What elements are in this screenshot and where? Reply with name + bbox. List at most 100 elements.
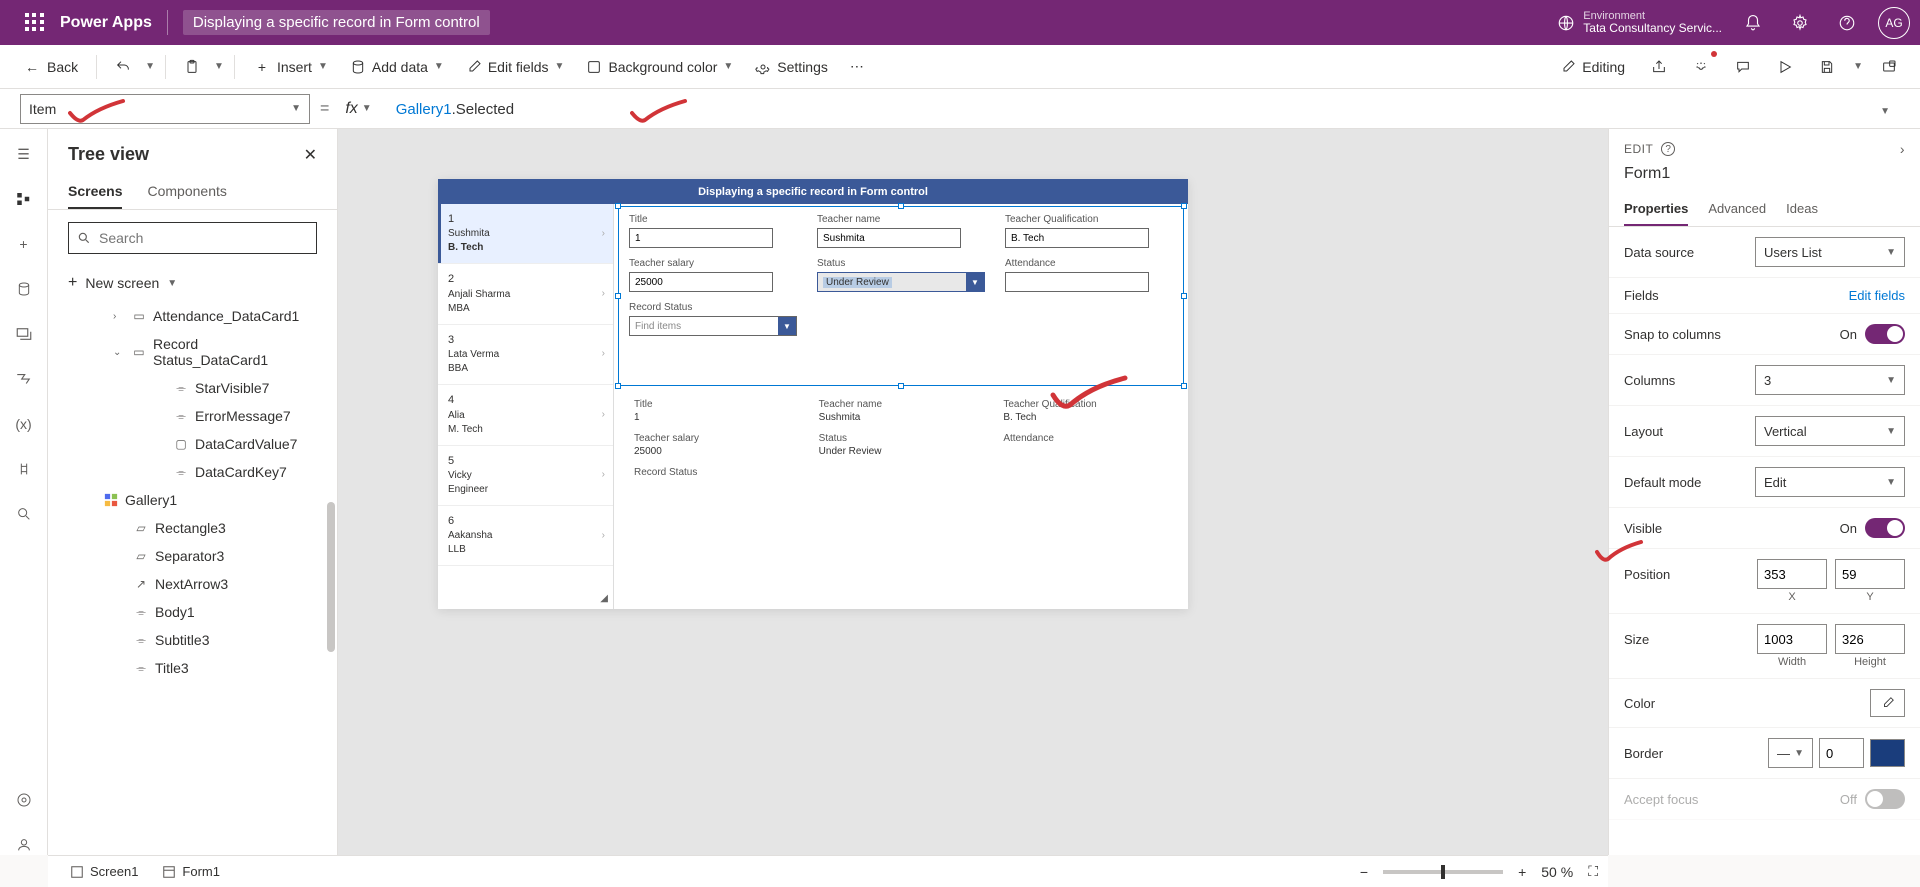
border-color-swatch[interactable] [1870, 739, 1905, 767]
property-selector[interactable]: Item▼ [20, 94, 310, 124]
border-style-dropdown[interactable]: —▼ [1768, 738, 1813, 768]
zoom-out-icon[interactable]: − [1360, 864, 1368, 880]
help-hint-icon[interactable]: ? [1661, 142, 1675, 156]
tree-item[interactable]: ▱Rectangle3 [48, 514, 337, 542]
tree-item[interactable]: Gallery1 [48, 486, 337, 514]
tab-advanced[interactable]: Advanced [1708, 193, 1766, 226]
save-icon[interactable] [1811, 51, 1843, 83]
close-tree-icon[interactable]: ✕ [304, 145, 317, 165]
insert-button[interactable]: +Insert▼ [245, 52, 336, 82]
settings-icon[interactable] [1784, 7, 1816, 39]
visible-toggle[interactable] [1865, 518, 1905, 538]
gallery-item[interactable]: 5VickyEngineer› [438, 446, 613, 506]
tab-components[interactable]: Components [147, 175, 226, 209]
gallery-item[interactable]: 4AliaM. Tech› [438, 385, 613, 445]
undo-dropdown[interactable]: ▼ [145, 61, 155, 72]
width-input[interactable] [1757, 624, 1827, 654]
settings-rail-icon[interactable] [14, 790, 34, 810]
canvas[interactable]: Displaying a specific record in Form con… [338, 129, 1608, 855]
pos-y-input[interactable] [1835, 559, 1905, 589]
save-dropdown[interactable]: ▼ [1853, 61, 1863, 72]
search-rail-icon[interactable] [14, 504, 34, 524]
environment-picker[interactable]: EnvironmentTata Consultancy Servic... [1557, 10, 1722, 35]
height-input[interactable] [1835, 624, 1905, 654]
preview-icon[interactable] [1769, 51, 1801, 83]
comments-icon[interactable] [1727, 51, 1759, 83]
tree-item[interactable]: ⌯DataCardKey7 [48, 458, 337, 486]
tree-item[interactable]: ▱Separator3 [48, 542, 337, 570]
back-button[interactable]: ←Back [15, 52, 86, 82]
gallery-item[interactable]: 1SushmitaB. Tech› [438, 204, 613, 264]
formula-input[interactable]: Gallery1.Selected [388, 100, 1860, 118]
zoom-in-icon[interactable]: + [1518, 864, 1526, 880]
publish-icon[interactable] [1873, 51, 1905, 83]
settings-button[interactable]: Settings [747, 53, 836, 81]
more-button[interactable]: ⋯ [842, 52, 872, 81]
screen-tab[interactable]: Screen1 [58, 860, 150, 883]
hamburger-icon[interactable]: ☰ [14, 144, 34, 164]
media-icon[interactable] [14, 324, 34, 344]
tree-item[interactable]: ▢DataCardValue7 [48, 430, 337, 458]
tree-item[interactable]: ⌯Subtitle3 [48, 626, 337, 654]
tree-item[interactable]: ⌯Title3 [48, 654, 337, 682]
columns-dropdown[interactable]: 3▼ [1755, 365, 1905, 395]
notifications-icon[interactable] [1737, 7, 1769, 39]
pos-x-input[interactable] [1757, 559, 1827, 589]
insert-icon[interactable]: + [14, 234, 34, 254]
paste-dropdown[interactable]: ▼ [214, 61, 224, 72]
tree-scrollbar[interactable] [327, 502, 335, 652]
edit-fields-link[interactable]: Edit fields [1849, 288, 1905, 303]
virtual-agent-icon[interactable] [14, 835, 34, 855]
document-title[interactable]: Displaying a specific record in Form con… [183, 10, 490, 35]
user-avatar[interactable]: AG [1878, 7, 1910, 39]
record-status-dropdown[interactable]: Find items▼ [629, 316, 797, 336]
gallery-handle-icon[interactable]: ◢ [600, 593, 608, 604]
tab-ideas[interactable]: Ideas [1786, 193, 1818, 226]
gallery-item[interactable]: 3Lata VermaBBA› [438, 325, 613, 385]
help-icon[interactable] [1831, 7, 1863, 39]
edit-fields-button[interactable]: Edit fields▼ [458, 53, 573, 81]
gallery-item[interactable]: 6AakanshaLLB› [438, 506, 613, 566]
default-mode-dropdown[interactable]: Edit▼ [1755, 467, 1905, 497]
datasource-dropdown[interactable]: Users List▼ [1755, 237, 1905, 267]
share-icon[interactable] [1643, 51, 1675, 83]
form-tab[interactable]: Form1 [150, 860, 232, 883]
editing-mode[interactable]: Editing [1552, 53, 1633, 81]
undo-button[interactable] [107, 53, 139, 81]
gallery-item[interactable]: 2Anjali SharmaMBA› [438, 264, 613, 324]
tab-properties[interactable]: Properties [1624, 193, 1688, 226]
focus-toggle[interactable] [1865, 789, 1905, 809]
fit-screen-icon[interactable]: ⛶ [1588, 863, 1598, 880]
gallery-control[interactable]: 1SushmitaB. Tech› 2Anjali SharmaMBA› 3La… [438, 204, 614, 609]
tree-view-icon[interactable] [14, 189, 34, 209]
fx-button[interactable]: fx▼ [339, 100, 377, 118]
tree-item[interactable]: ⌯Body1 [48, 598, 337, 626]
tree-item[interactable]: ⌄▭Record Status_DataCard1 [48, 330, 337, 374]
tree-item[interactable]: ↗NextArrow3 [48, 570, 337, 598]
advanced-tools-icon[interactable] [14, 459, 34, 479]
zoom-slider[interactable] [1383, 870, 1503, 874]
tab-screens[interactable]: Screens [68, 175, 122, 209]
checker-icon[interactable] [1685, 51, 1717, 83]
tree-search[interactable] [68, 222, 317, 254]
color-picker[interactable] [1870, 689, 1905, 717]
snap-toggle[interactable] [1865, 324, 1905, 344]
tree-item[interactable]: ›▭Attendance_DataCard1 [48, 302, 337, 330]
data-icon[interactable] [14, 279, 34, 299]
variables-icon[interactable]: (x) [14, 414, 34, 434]
app-launcher-icon[interactable] [25, 13, 45, 33]
tree-item[interactable]: ⌯ErrorMessage7 [48, 402, 337, 430]
status-dropdown[interactable]: Under Review▼ [817, 272, 985, 292]
collapse-panel-icon[interactable]: › [1900, 141, 1905, 157]
layout-dropdown[interactable]: Vertical▼ [1755, 416, 1905, 446]
border-width-input[interactable] [1819, 738, 1864, 768]
search-input[interactable] [99, 230, 308, 246]
tree-item[interactable]: ⌯StarVisible7 [48, 374, 337, 402]
add-data-button[interactable]: Add data▼ [342, 53, 452, 81]
expand-formula-icon[interactable]: ▼ [1870, 101, 1900, 117]
tree-title: Tree view [68, 144, 149, 165]
new-screen-button[interactable]: +New screen▼ [68, 274, 317, 292]
bg-color-button[interactable]: Background color▼ [578, 53, 741, 81]
power-automate-icon[interactable] [14, 369, 34, 389]
paste-button[interactable] [176, 53, 208, 81]
